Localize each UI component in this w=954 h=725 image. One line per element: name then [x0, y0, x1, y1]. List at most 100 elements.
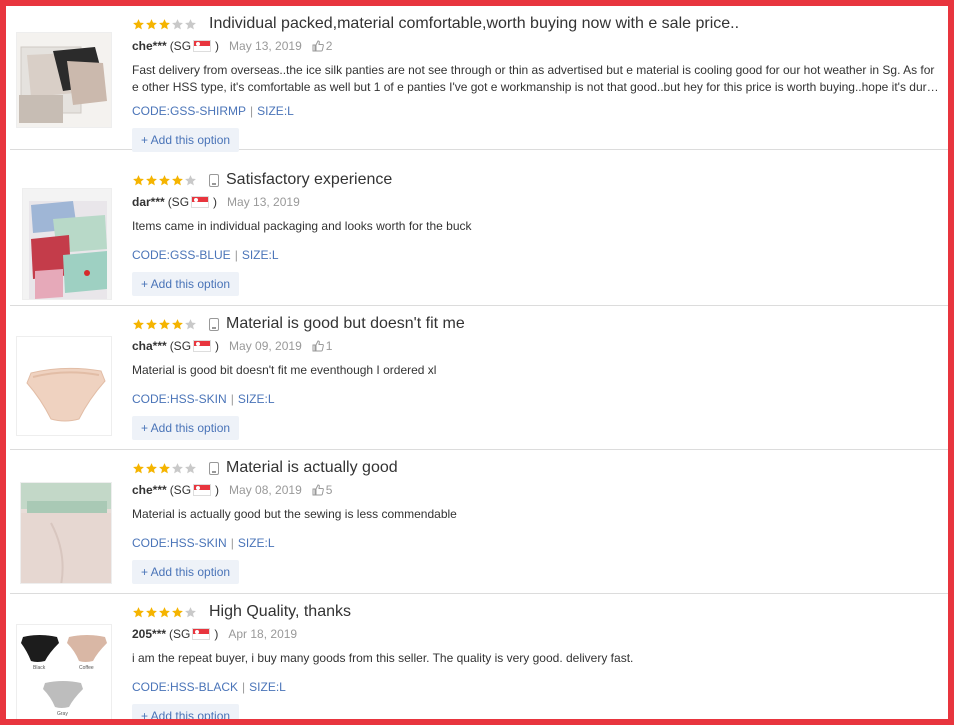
reviewer-country-close: ) — [213, 195, 218, 209]
option-code-row: CODE:GSS-BLUE | SIZE:L — [132, 248, 279, 262]
add-this-option-button[interactable]: + Add this option — [132, 704, 239, 719]
singapore-flag-icon — [193, 484, 212, 496]
helpful-count: 1 — [325, 339, 333, 353]
review-photo[interactable] — [20, 482, 112, 584]
review-title: Individual packed,material comfortable,w… — [209, 15, 740, 32]
option-code: CODE:HSS-SKIN — [132, 392, 227, 406]
mobile-device-icon — [209, 317, 219, 331]
star-empty-icon — [185, 606, 196, 617]
option-size: SIZE:L — [237, 536, 275, 550]
option-size: SIZE:L — [241, 248, 279, 262]
star-filled-icon — [146, 606, 157, 617]
star-filled-icon — [146, 318, 157, 329]
thumbs-up-icon — [312, 340, 324, 352]
helpful-button[interactable]: 2 — [312, 39, 333, 53]
review-title: Material is actually good — [226, 459, 398, 476]
star-filled-icon — [172, 606, 183, 617]
helpful-button[interactable]: 1 — [312, 339, 333, 353]
reviewer-name: dar*** — [132, 195, 165, 209]
review-text: i am the repeat buyer, i buy many goods … — [132, 651, 634, 665]
singapore-flag-icon — [192, 628, 211, 640]
star-empty-icon — [185, 462, 196, 473]
review-date: May 13, 2019 — [227, 195, 300, 209]
option-size: SIZE:L — [257, 104, 294, 118]
rating-stars — [132, 462, 197, 475]
star-filled-icon — [133, 318, 144, 329]
reviewer-country-close: ) — [215, 39, 220, 53]
review-text: Items came in individual packaging and l… — [132, 219, 472, 233]
review-title: Material is good but doesn't fit me — [226, 315, 465, 332]
star-empty-icon — [172, 462, 183, 473]
star-filled-icon — [133, 174, 144, 185]
reviewer-country-close: ) — [215, 339, 220, 353]
review-photo[interactable] — [16, 336, 112, 436]
review-item: Satisfactory experience dar*** (SG ) May… — [10, 162, 948, 306]
separator: | — [230, 536, 234, 550]
rating-stars — [132, 318, 197, 331]
star-filled-icon — [133, 606, 144, 617]
separator: | — [242, 680, 246, 694]
review-text: Material is good bit doesn't fit me even… — [132, 363, 437, 377]
star-filled-icon — [159, 462, 170, 473]
review-photo[interactable]: Black Coffee Gray — [16, 624, 112, 719]
helpful-button[interactable]: 5 — [312, 483, 332, 497]
add-this-option-button[interactable]: + Add this option — [132, 560, 239, 584]
star-empty-icon — [185, 174, 196, 185]
option-size: SIZE:L — [237, 392, 275, 406]
star-filled-icon — [146, 462, 157, 473]
option-code-row: CODE:HSS-SKIN | SIZE:L — [132, 536, 275, 550]
review-date: May 13, 2019 — [229, 39, 302, 53]
reviewer-name: cha*** — [132, 339, 167, 353]
review-date: Apr 18, 2019 — [228, 627, 298, 641]
review-item: Material is good but doesn't fit me cha*… — [10, 306, 948, 450]
singapore-flag-icon — [193, 40, 212, 52]
star-filled-icon — [159, 318, 170, 329]
star-empty-icon — [185, 18, 196, 29]
review-item: Individual packed,material comfortable,w… — [10, 6, 948, 152]
separator: | — [250, 104, 254, 118]
reviewer-country: (SG — [169, 39, 192, 53]
thumbs-up-icon — [312, 40, 324, 52]
star-filled-icon — [146, 18, 157, 29]
review-item: Material is actually good che*** (SG ) M… — [10, 450, 948, 594]
star-filled-icon — [133, 462, 144, 473]
star-filled-icon — [133, 18, 144, 29]
review-title: Satisfactory experience — [226, 171, 393, 188]
add-this-option-button[interactable]: + Add this option — [132, 272, 239, 296]
reviewer-country: (SG — [167, 195, 190, 209]
reviewer-name: 205*** — [132, 627, 167, 641]
reviewer-name: che*** — [132, 39, 167, 53]
review-text: Fast delivery from overseas..the ice sil… — [132, 63, 939, 94]
review-title: High Quality, thanks — [209, 603, 351, 620]
thumbs-up-icon — [312, 484, 324, 496]
rating-stars — [132, 606, 197, 619]
review-photo[interactable] — [22, 188, 112, 300]
option-code: CODE:GSS-SHIRMP — [132, 104, 247, 118]
rating-stars — [132, 174, 197, 187]
option-code: CODE:HSS-SKIN — [132, 536, 227, 550]
reviewer-country-close: ) — [214, 627, 219, 641]
option-code-row: CODE:HSS-BLACK | SIZE:L — [132, 680, 286, 694]
rating-stars — [132, 18, 197, 31]
mobile-device-icon — [209, 461, 219, 475]
photo-label-gray: Gray — [57, 711, 68, 717]
add-this-option-button[interactable]: + Add this option — [132, 128, 239, 152]
star-filled-icon — [172, 174, 183, 185]
singapore-flag-icon — [193, 340, 212, 352]
option-code: CODE:GSS-BLUE — [132, 248, 231, 262]
review-photo[interactable] — [16, 32, 112, 128]
singapore-flag-icon — [191, 196, 210, 208]
star-empty-icon — [185, 318, 196, 329]
review-date: May 09, 2019 — [229, 339, 302, 353]
option-code: CODE:HSS-BLACK — [132, 680, 239, 694]
star-filled-icon — [146, 174, 157, 185]
option-code-row: CODE:HSS-SKIN | SIZE:L — [132, 392, 275, 406]
option-code-row: CODE:GSS-SHIRMP | SIZE:L — [132, 104, 294, 118]
review-item: Black Coffee Gray High Quality, thanks 2… — [10, 594, 948, 719]
reviewer-name: che*** — [132, 483, 167, 497]
add-this-option-button[interactable]: + Add this option — [132, 416, 239, 440]
star-empty-icon — [172, 18, 183, 29]
separator: | — [230, 392, 234, 406]
helpful-count: 2 — [325, 39, 333, 53]
reviewer-country-close: ) — [215, 483, 220, 497]
